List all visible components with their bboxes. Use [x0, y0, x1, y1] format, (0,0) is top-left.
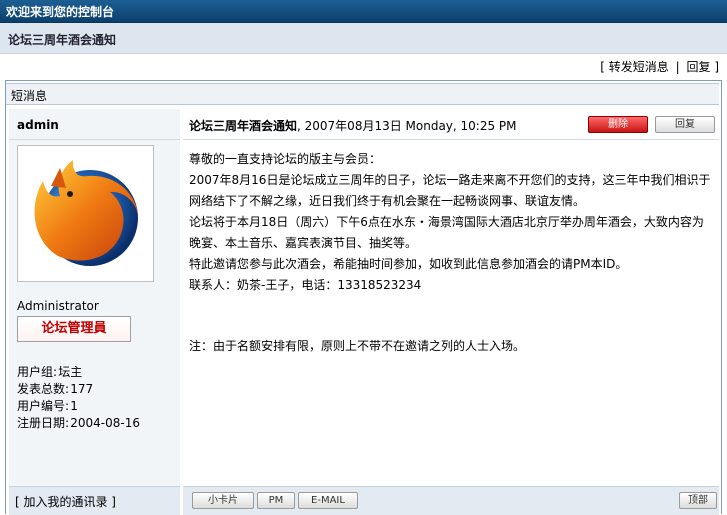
reply-link[interactable]: 回复	[686, 60, 710, 74]
forward-message-link[interactable]: 转发短消息	[609, 60, 669, 74]
message-title-row: 论坛三周年酒会通知, 2007年08月13日 Monday, 10:25 PM …	[183, 109, 719, 140]
email-button[interactable]: E-MAIL	[298, 492, 358, 509]
panel-header: 短消息	[6, 83, 719, 105]
stat-user-group: 用户组: 坛主	[17, 365, 83, 379]
message-line: 尊敬的一直支持论坛的版主与会员：	[189, 152, 382, 166]
back-to-top-button[interactable]: 顶部	[679, 492, 717, 509]
page-title: 论坛三周年酒会通知	[8, 33, 117, 47]
message-footer: 小卡片 PM E-MAIL 顶部	[183, 486, 719, 515]
avatar	[17, 145, 154, 282]
author-name-row: admin	[9, 109, 180, 140]
message-column: 论坛三周年酒会通知, 2007年08月13日 Monday, 10:25 PM …	[183, 109, 719, 514]
message-body: 尊敬的一直支持论坛的版主与会员： 2007年8月16日是论坛成立三周年的日子，论…	[189, 149, 714, 357]
header-title: 欢迎来到您的控制台	[6, 5, 115, 19]
author-column: admin Administrator 论坛管理員 用户组: 坛主 发表总数: …	[9, 109, 180, 514]
message-note: 注：由于名额安排有限，原则上不带不在邀请之列的人士入场。	[189, 339, 526, 353]
author-footer: [ 加入我的通讯录 ]	[9, 486, 180, 515]
pm-button[interactable]: PM	[257, 492, 295, 509]
message-line: 2007年8月16日是论坛成立三周年的日子，论坛一路走来离不开您们的支持，这三年…	[189, 173, 711, 208]
stat-post-count: 发表总数: 177	[17, 382, 94, 396]
author-stats: 用户组: 坛主 发表总数: 177 用户编号: 1 注册日期: 2004-08-…	[17, 364, 140, 432]
add-contact-link[interactable]: [ 加入我的通讯录 ]	[15, 493, 116, 510]
message-actions: [ 转发短消息 | 回复 ]	[600, 60, 719, 74]
page-title-bar: 论坛三周年酒会通知	[0, 23, 727, 54]
top-header-bar: 欢迎来到您的控制台	[0, 0, 727, 23]
stat-user-id: 用户编号: 1	[17, 399, 78, 413]
delete-button[interactable]: 删除	[588, 116, 648, 133]
message-line: 论坛将于本月18日（周六）下午6点在水东・海景湾国际大酒店北京厅举办周年酒会，大…	[189, 215, 704, 250]
firefox-logo-icon	[34, 160, 138, 266]
profile-card-button[interactable]: 小卡片	[192, 492, 254, 509]
stat-register-date: 注册日期: 2004-08-16	[17, 416, 141, 430]
message-title: 论坛三周年酒会通知	[189, 119, 298, 133]
message-line: 特此邀请您参与此次酒会，希能抽时间参加，如收到此信息参加酒会的请PM本ID。	[189, 257, 628, 271]
message-panel: 短消息 admin Administrator 论坛管理員 用户组: 坛主 发表…	[5, 80, 722, 515]
author-name[interactable]: admin	[17, 118, 59, 132]
panel-title: 短消息	[11, 89, 48, 103]
author-role: Administrator	[17, 299, 99, 313]
message-line: 联系人：奶茶-王子，电话：13318523234	[189, 278, 422, 292]
message-datetime: , 2007年08月13日 Monday, 10:25 PM	[297, 119, 517, 133]
admin-rank-badge: 论坛管理員	[17, 316, 131, 342]
reply-button[interactable]: 回复	[655, 116, 715, 133]
